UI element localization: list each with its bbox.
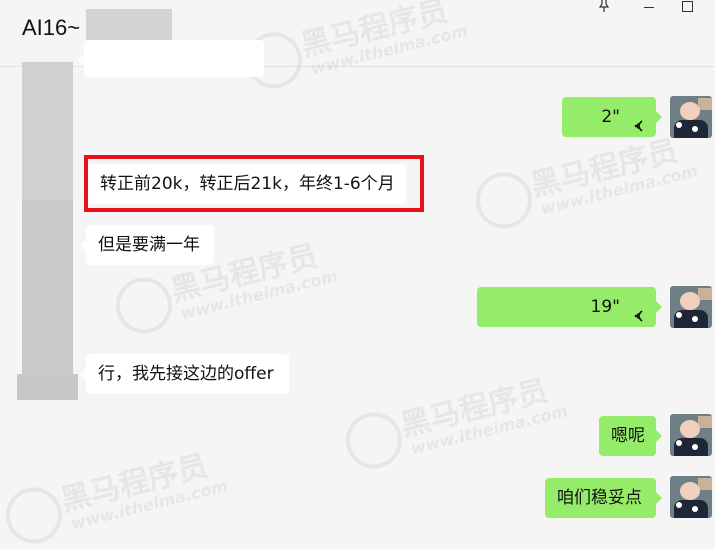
voice-message-bubble[interactable]: 19" bbox=[477, 287, 662, 327]
avatar[interactable] bbox=[670, 476, 712, 518]
pin-icon[interactable] bbox=[596, 0, 612, 17]
message-bubble[interactable]: 行，我先接这边的offer bbox=[80, 354, 289, 394]
voice-wave-icon bbox=[628, 109, 644, 132]
voice-duration: 19" bbox=[590, 297, 620, 317]
avatar[interactable] bbox=[670, 96, 712, 138]
voice-duration: 2" bbox=[601, 107, 620, 127]
message-bubble-partial[interactable] bbox=[78, 40, 264, 77]
message-bubble[interactable]: 嗯呢 bbox=[599, 416, 662, 456]
maximize-icon[interactable] bbox=[682, 1, 693, 12]
chat-title: AI16~ bbox=[22, 15, 81, 40]
voice-message-bubble[interactable]: 2" bbox=[562, 97, 662, 137]
redacted-avatar-block bbox=[22, 62, 73, 202]
message-bubble[interactable]: 但是要满一年 bbox=[80, 225, 214, 265]
highlight-box bbox=[84, 155, 424, 212]
redacted-avatar-block bbox=[22, 200, 73, 380]
voice-wave-icon bbox=[628, 299, 644, 322]
avatar[interactable] bbox=[670, 286, 712, 328]
redacted-avatar-block bbox=[17, 374, 78, 400]
message-bubble[interactable]: 咱们稳妥点 bbox=[545, 478, 662, 518]
minimize-icon[interactable] bbox=[644, 2, 654, 12]
avatar[interactable] bbox=[670, 414, 712, 456]
